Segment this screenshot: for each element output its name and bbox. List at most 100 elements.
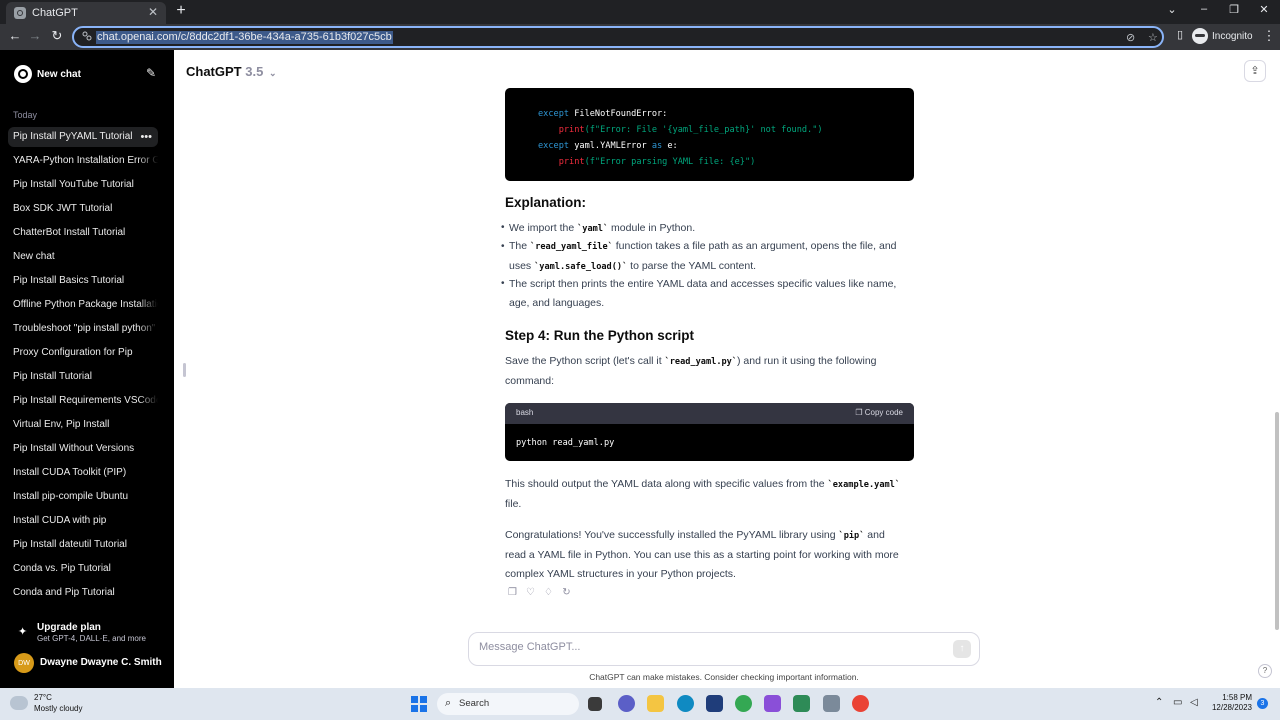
bullet-dot: • bbox=[501, 241, 505, 252]
sidebar-history-item[interactable]: Install pip-compile Ubuntu bbox=[8, 487, 158, 507]
windows-start-icon[interactable] bbox=[411, 696, 427, 712]
avatar: DW bbox=[14, 653, 34, 673]
restore-button[interactable]: ❐ bbox=[1224, 3, 1244, 16]
system-clock[interactable]: 1:58 PM 12/28/2023 bbox=[1210, 693, 1252, 713]
incognito-label: Incognito bbox=[1212, 30, 1253, 42]
send-button[interactable]: ↑ bbox=[953, 640, 971, 658]
chrome-active-icon[interactable] bbox=[852, 695, 869, 712]
sidebar-history-item[interactable]: Pip Install Basics Tutorial bbox=[8, 271, 158, 291]
inline-code: `pip` bbox=[838, 531, 865, 541]
sidebar-history-item[interactable]: Pip Install Requirements VSCode bbox=[8, 391, 158, 411]
store-icon[interactable] bbox=[706, 695, 723, 712]
notification-badge[interactable]: 3 bbox=[1257, 698, 1268, 709]
upgrade-subtitle: Get GPT-4, DALL·E, and more bbox=[37, 634, 146, 643]
reload-icon[interactable]: ↻ bbox=[48, 28, 66, 44]
regenerate-icon[interactable]: ↻ bbox=[561, 587, 572, 598]
sidebar-history-item[interactable]: Install CUDA with pip bbox=[8, 511, 158, 531]
browser-menu-icon[interactable]: ⋮ bbox=[1260, 28, 1278, 44]
model-selector[interactable]: ChatGPT 3.5 ⌄ bbox=[186, 64, 277, 79]
tray-chevron-icon[interactable]: ⌃ bbox=[1155, 697, 1163, 708]
sidebar-history-item[interactable]: Virtual Env, Pip Install bbox=[8, 415, 158, 435]
sidebar-history-item[interactable]: Pip Install YouTube Tutorial bbox=[8, 175, 158, 195]
network-icon[interactable]: ▭ bbox=[1173, 697, 1182, 708]
thumbs-up-icon[interactable]: ♡ bbox=[525, 587, 536, 598]
code-content: python read_yaml.py bbox=[516, 438, 615, 448]
sidebar-history-item[interactable]: Install CUDA Toolkit (PIP) bbox=[8, 463, 158, 483]
browser-toolbar: ← → ↻ chat.openai.com/c/8ddc2df1-36be-43… bbox=[0, 24, 1280, 50]
browser-tab[interactable]: ChatGPT ✕ bbox=[6, 2, 166, 24]
code-token: (f"Error: File '{yaml_file_path}' not fo… bbox=[584, 125, 823, 135]
sidebar-history-item[interactable]: Box SDK JWT Tutorial bbox=[8, 199, 158, 219]
sidebar-history-item[interactable]: Pip Install Without Versions bbox=[8, 439, 158, 459]
sidebar-history-item[interactable]: Conda and Pip Tutorial bbox=[8, 583, 158, 603]
sidebar-history-item[interactable]: Offline Python Package Installation bbox=[8, 295, 158, 315]
help-icon[interactable]: ? bbox=[1258, 664, 1272, 678]
sidebar-history-item[interactable]: Troubleshoot "pip install python" bbox=[8, 319, 158, 339]
forward-icon[interactable]: → bbox=[26, 28, 44, 43]
sidebar-history-item[interactable]: Pip Install PyYAML Tutorial ••• bbox=[8, 127, 158, 147]
bullet-dot: • bbox=[501, 278, 505, 289]
no-tracking-icon[interactable]: ⊘ bbox=[1126, 31, 1135, 44]
compose-icon[interactable]: ✎ bbox=[146, 66, 156, 80]
code-block-header: bash ❐ Copy code bbox=[505, 403, 914, 424]
inline-code: `yaml` bbox=[577, 224, 609, 234]
site-info-icon[interactable] bbox=[82, 31, 92, 41]
sidebar-history-item[interactable]: Pip Install dateutil Tutorial bbox=[8, 535, 158, 555]
label-fade bbox=[138, 223, 158, 243]
new-chat-button[interactable]: New chat ✎ bbox=[8, 62, 158, 86]
thumbs-down-icon[interactable]: ♢ bbox=[543, 587, 554, 598]
code-token: e: bbox=[662, 141, 678, 151]
sidebar-history-item[interactable]: YARA-Python Installation Error Guide bbox=[8, 151, 158, 171]
minimize-button[interactable]: – bbox=[1194, 3, 1214, 15]
app-icon[interactable] bbox=[764, 695, 781, 712]
taskbar-search[interactable]: ⌕ Search bbox=[437, 693, 579, 715]
excel-icon[interactable] bbox=[793, 695, 810, 712]
clock-date: 12/28/2023 bbox=[1211, 703, 1252, 712]
edge-icon[interactable] bbox=[677, 695, 694, 712]
incognito-icon bbox=[1192, 28, 1208, 44]
sidebar-history-item[interactable]: Conda vs. Pip Tutorial bbox=[8, 559, 158, 579]
copy-code-button[interactable]: ❐ Copy code bbox=[855, 408, 903, 417]
history-item-label: ChatterBot Install Tutorial bbox=[13, 227, 126, 238]
code-token: (f"Error parsing YAML file: {e}") bbox=[584, 157, 756, 167]
sidebar-history-item[interactable]: ChatterBot Install Tutorial bbox=[8, 223, 158, 243]
sidebar-history-item[interactable]: New chat bbox=[8, 247, 158, 267]
back-icon[interactable]: ← bbox=[6, 28, 24, 43]
chat-app-icon[interactable] bbox=[618, 695, 635, 712]
close-window-button[interactable]: ✕ bbox=[1254, 3, 1274, 16]
share-button[interactable]: ⇪ bbox=[1244, 60, 1266, 82]
url-text[interactable]: chat.openai.com/c/8ddc2df1-36be-434a-a73… bbox=[96, 31, 393, 44]
inline-code: `example.yaml` bbox=[827, 480, 901, 490]
taskbar-search-label: Search bbox=[459, 698, 490, 709]
upgrade-plan-button[interactable]: ✦ Upgrade plan Get GPT-4, DALL·E, and mo… bbox=[14, 620, 164, 646]
label-fade bbox=[138, 487, 158, 507]
code-token: yaml.YAMLError bbox=[569, 141, 652, 151]
sidebar: New chat ✎ Today Pip Install PyYAML Tuto… bbox=[0, 50, 174, 688]
task-view-icon[interactable] bbox=[588, 697, 602, 711]
sidebar-collapse-handle[interactable] bbox=[183, 363, 186, 377]
side-panel-icon[interactable]: ▯ bbox=[1171, 28, 1189, 41]
app-icon[interactable] bbox=[823, 695, 840, 712]
bookmark-star-icon[interactable]: ☆ bbox=[1148, 31, 1158, 44]
model-name: ChatGPT bbox=[186, 64, 242, 79]
new-tab-button[interactable]: + bbox=[172, 2, 190, 20]
sidebar-history-item[interactable]: Pip Install Tutorial bbox=[8, 367, 158, 387]
file-explorer-icon[interactable] bbox=[647, 695, 664, 712]
close-tab-icon[interactable]: ✕ bbox=[148, 5, 158, 19]
label-fade bbox=[138, 415, 158, 435]
clock-time: 1:58 PM bbox=[1222, 693, 1252, 702]
tab-search-icon[interactable]: ⌄ bbox=[1162, 3, 1182, 16]
message-input[interactable] bbox=[479, 641, 939, 653]
chrome-icon[interactable] bbox=[735, 695, 752, 712]
copy-icon[interactable]: ❐ bbox=[507, 587, 518, 598]
volume-icon[interactable]: ◁ bbox=[1190, 697, 1198, 708]
address-bar[interactable]: chat.openai.com/c/8ddc2df1-36be-434a-a73… bbox=[72, 26, 1164, 48]
sidebar-history-item[interactable]: Proxy Configuration for Pip bbox=[8, 343, 158, 363]
label-fade bbox=[138, 199, 158, 219]
more-options-icon[interactable]: ••• bbox=[140, 127, 152, 147]
inline-code: `read_yaml.py` bbox=[664, 357, 738, 367]
user-menu[interactable]: DW Dwayne Dwayne C. Smith bbox=[14, 652, 174, 674]
scrollbar[interactable] bbox=[1275, 412, 1279, 630]
history-item-label: New chat bbox=[13, 251, 55, 262]
incognito-indicator[interactable]: Incognito bbox=[1192, 28, 1253, 44]
